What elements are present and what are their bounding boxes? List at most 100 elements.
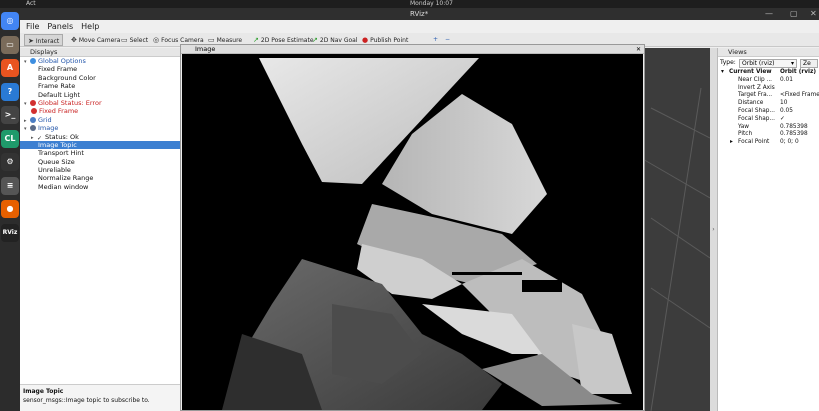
zero-button[interactable]: Ze <box>800 59 818 68</box>
view-property-row[interactable]: Focal Shap... ✓ <box>718 116 819 124</box>
display-item[interactable]: Normalize Range <box>20 174 180 182</box>
display-item[interactable]: ▾ Global Options <box>20 57 180 65</box>
display-item-label: Status: Ok <box>45 132 79 141</box>
view-property-key: Distance <box>738 100 764 107</box>
view-property-value[interactable]: 0.05 <box>780 108 793 116</box>
view-property-key: Near Clip ... <box>738 76 773 83</box>
display-item[interactable]: Frame Rate <box>20 82 180 90</box>
display-item-label: Image Topic <box>38 140 77 149</box>
view-property-value[interactable]: 10 <box>780 100 787 108</box>
display-item[interactable]: Fixed Frame <box>20 65 180 73</box>
firefox-icon[interactable]: ● <box>1 200 19 218</box>
view-property-row[interactable]: Pitch 0.785398 <box>718 131 819 139</box>
clion-icon[interactable]: CL <box>1 129 19 148</box>
view-property-row[interactable]: Distance 10 <box>718 100 819 108</box>
view-property-value[interactable]: 0; 0; 0 <box>780 139 799 147</box>
displays-header: Displays <box>20 48 180 57</box>
image-panel-title: Image <box>195 45 216 53</box>
tool-label: Move Camera <box>78 37 121 44</box>
tool-label: Interact <box>35 38 60 45</box>
dock: ◎ ▭ A? >_ CL ⚙ ≡ ● RViz <box>0 8 20 411</box>
display-item[interactable]: Transport Hint <box>20 149 180 157</box>
tool-icon[interactable]: ⚙ <box>1 153 19 171</box>
view-property-row[interactable]: Yaw 0.785398 <box>718 124 819 132</box>
view-property-row[interactable]: Focal Shap... 0.05 <box>718 108 819 116</box>
rviz-icon[interactable]: RViz <box>1 223 19 242</box>
view-property-row[interactable]: ▸ Focal Point 0; 0; 0 <box>718 139 819 147</box>
chrome-icon[interactable]: ◎ <box>1 12 19 30</box>
display-item-label: Grid <box>38 115 52 124</box>
files-icon[interactable]: ▭ <box>1 35 19 54</box>
activities-button[interactable]: Act <box>26 0 36 8</box>
view-property-key: Focal Shap... <box>738 107 775 114</box>
display-item[interactable]: Image Topic <box>20 140 180 150</box>
software-icon[interactable]: A <box>1 59 19 77</box>
view-property-row[interactable]: Near Clip ... 0.01 <box>718 77 819 85</box>
screen: Act Monday 10:07 ◎ ▭ A? >_ CL ⚙ ≡ ● RViz RViz* —… <box>0 0 819 411</box>
tool-label: Publish Point <box>370 37 409 44</box>
tool-move-camera[interactable]: ✥ Move Camera <box>68 34 123 46</box>
close-icon[interactable]: ✕ <box>810 8 817 20</box>
displays-title: Displays <box>30 48 58 56</box>
focus-camera-icon: ◎ <box>153 36 160 44</box>
view-property-row[interactable]: ▾ Current View Orbit (rviz) <box>718 69 819 77</box>
view-property-row[interactable]: Target Fra... <Fixed Frame <box>718 92 819 100</box>
view-type-label: Type: <box>720 59 736 66</box>
display-item[interactable]: Queue Size <box>20 158 180 166</box>
display-item[interactable]: Background Color <box>20 74 180 82</box>
tool-label: Focus Camera <box>161 37 204 44</box>
display-item[interactable]: Unreliable <box>20 166 180 174</box>
tool-select[interactable]: ▭ Select <box>118 34 151 46</box>
display-item[interactable]: ▸ ✓ Status: Ok <box>20 132 180 142</box>
maximize-icon[interactable]: ▢ <box>790 8 798 20</box>
error-icon <box>30 99 36 106</box>
view-property-value[interactable]: 0.01 <box>780 77 793 85</box>
help-icon[interactable]: ? <box>1 82 19 101</box>
display-item-label: Unreliable <box>38 166 71 175</box>
view-property-value[interactable]: ✓ <box>780 116 785 124</box>
minimize-icon[interactable]: — <box>765 8 773 20</box>
tool-label: Select <box>129 37 149 44</box>
image-icon <box>30 125 36 132</box>
view-property-key: Yaw <box>738 123 750 130</box>
collapsed-arrow-icon[interactable]: ▸ <box>730 139 733 147</box>
title-bar: RViz* — ▢ ✕ <box>20 8 819 20</box>
display-item[interactable]: ▸ Grid <box>20 116 180 124</box>
display-item[interactable]: ▾ Global Status: Error <box>20 99 180 107</box>
clock[interactable]: Monday 10:07 <box>410 0 453 8</box>
displays-tree: ▾ Global Options Fixed Frame Background Col… <box>20 57 180 191</box>
menu-panels[interactable]: Panels <box>47 22 73 31</box>
display-item-label: Median window <box>38 182 89 191</box>
view-property-value[interactable]: 0.785398 <box>780 131 808 139</box>
view-property-key: Focal Point <box>738 139 770 146</box>
tool-interact[interactable]: ➤ Interact <box>24 34 64 46</box>
tool-label: Measure <box>216 37 243 44</box>
terminal-icon[interactable]: >_ <box>1 106 19 124</box>
display-item-label: Transport Hint <box>38 149 84 158</box>
panel-splitter[interactable]: › <box>710 48 717 411</box>
top-bar: Act Monday 10:07 <box>0 0 819 8</box>
view-property-row[interactable]: Invert Z Axis <box>718 85 819 93</box>
view-property-value[interactable]: <Fixed Frame <box>780 92 819 100</box>
image-panel: Image ✕ <box>180 44 645 411</box>
grid-icon <box>30 116 36 123</box>
display-item-label: Fixed Frame <box>39 107 79 116</box>
view-property-value[interactable]: 0.785398 <box>780 124 808 132</box>
display-item[interactable]: Fixed Frame <box>20 107 180 115</box>
display-item[interactable]: ▾ Image <box>20 124 180 132</box>
view-type-select[interactable]: Orbit (rviz) ▾ <box>739 59 797 68</box>
menu-bar: File Panels Help <box>20 20 819 33</box>
view-property-value[interactable]: Orbit (rviz) <box>780 69 816 77</box>
layers-icon[interactable]: ≡ <box>1 176 19 195</box>
display-item[interactable]: Default Light <box>20 91 180 99</box>
menu-file[interactable]: File <box>26 22 39 31</box>
depth-image-render <box>182 54 643 410</box>
close-icon[interactable]: ✕ <box>636 45 641 54</box>
expanded-arrow-icon[interactable]: ▾ <box>721 69 724 77</box>
image-panel-header[interactable]: Image ✕ <box>181 45 644 54</box>
display-item-label: Fixed Frame <box>38 65 78 74</box>
move-camera-icon: ✥ <box>71 36 77 44</box>
menu-help[interactable]: Help <box>81 22 99 31</box>
display-item[interactable]: Median window <box>20 183 180 191</box>
display-item-label: Normalize Range <box>38 174 94 183</box>
